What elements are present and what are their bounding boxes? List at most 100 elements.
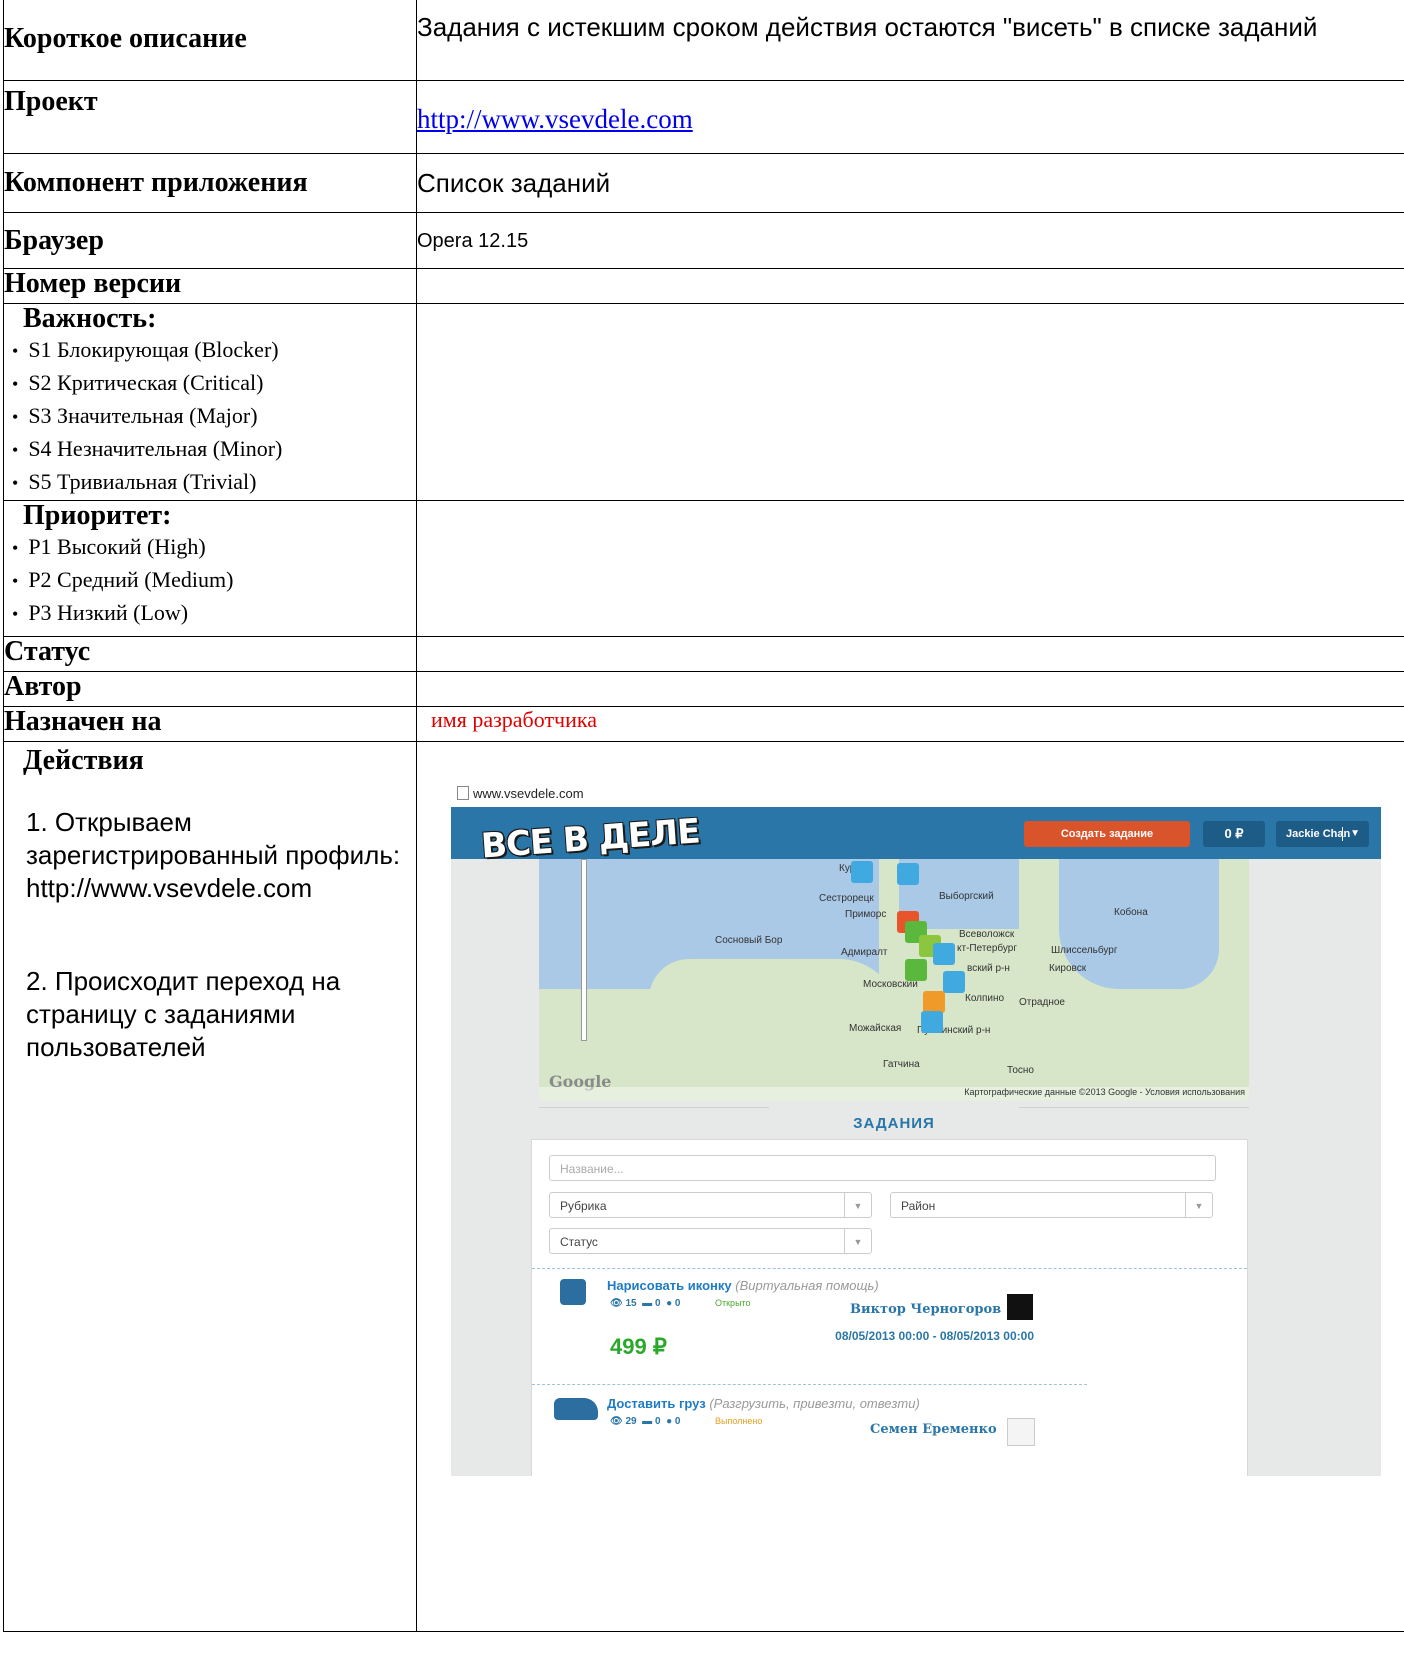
priority-item: P3 Низкий (Low) (12, 597, 416, 630)
map-pin-icon[interactable] (897, 863, 919, 885)
row-component: Компонент приложения Список заданий (3, 153, 1404, 213)
balance-badge[interactable]: 0 ₽ (1203, 821, 1265, 847)
district-select[interactable]: Район ▼ (890, 1192, 1213, 1218)
task-price: 499 ₽ (610, 1334, 667, 1359)
priority-item: P1 Высокий (High) (12, 531, 416, 564)
user-menu-divider (1342, 827, 1343, 841)
row-version: Номер версии (3, 268, 1404, 304)
comments-count: 0 (654, 1298, 661, 1309)
avatar[interactable] (1007, 1418, 1035, 1446)
map[interactable]: Курорт Сестрорецк Приморс Выборгский Все… (539, 859, 1249, 1101)
label-assignee: Назначен на (3, 706, 417, 742)
status-badge: Выполнено (715, 1416, 763, 1426)
status-select[interactable]: Статус ▼ (549, 1228, 872, 1254)
task-owner[interactable]: Семен Еременко (870, 1422, 997, 1437)
page-icon (457, 786, 469, 800)
map-pin-icon[interactable] (921, 1011, 943, 1033)
map-label: Шлиссельбург (1051, 945, 1118, 956)
avatar[interactable] (1007, 1294, 1033, 1320)
row-browser: Браузер Opera 12.15 (3, 212, 1404, 269)
chevron-down-icon: ▼ (844, 1229, 871, 1253)
tasks-panel: Название... Рубрика ▼ Район ▼ Статус ▼ Нари… (531, 1139, 1248, 1476)
task-title-text: Доставить груз (607, 1396, 706, 1411)
row-project: Проект http://www.vsevdele.com (3, 80, 1404, 154)
map-label: Гатчина (883, 1059, 920, 1070)
chevron-down-icon[interactable]: ▼ (1350, 821, 1360, 847)
status-select-value: Статус (560, 1235, 598, 1249)
priority-item: P2 Средний (Medium) (12, 564, 416, 597)
project-link[interactable]: http://www.vsevdele.com (417, 104, 693, 134)
task-subtitle: (Разгрузить, привезти, отвезти) (709, 1396, 920, 1411)
map-pin-icon[interactable] (933, 943, 955, 965)
truck-icon (554, 1398, 598, 1420)
map-label: Кобона (1114, 907, 1148, 918)
user-name: Jackie Chan (1286, 828, 1351, 840)
value-status (416, 636, 1404, 672)
comments-count: 0 (654, 1416, 661, 1427)
map-pin-icon[interactable] (943, 971, 965, 993)
task-owner[interactable]: Виктор Черногоров (850, 1302, 1001, 1317)
user-menu[interactable]: Jackie Chan ▼ (1276, 821, 1369, 847)
label-short-description: Короткое описание (3, 0, 417, 81)
chevron-down-icon: ▼ (844, 1193, 871, 1217)
map-label: Кировск (1049, 963, 1087, 974)
row-priority: Приоритет: P1 Высокий (High) P2 Средний … (3, 500, 1404, 637)
label-component: Компонент приложения (3, 153, 417, 213)
embedded-screenshot: www.vsevdele.com Создать задание 0 ₽ Jac… (451, 781, 1381, 1476)
map-label: Приморс (845, 909, 887, 920)
map-label: Сосновый Бор (715, 935, 783, 946)
task-title[interactable]: Нарисовать иконку (Виртуальная помощь) (607, 1278, 879, 1293)
url-text: www.vsevdele.com (473, 786, 584, 801)
severity-item: S3 Значительная (Major) (12, 400, 416, 433)
label-status: Статус (3, 636, 417, 672)
severity-cell: Важность: S1 Блокирующая (Blocker) S2 Кр… (3, 303, 417, 501)
map-label: Выборгский (939, 891, 994, 902)
map-label: Колпино (965, 993, 1005, 1004)
step-1: 1. Открываем зарегистрированный профиль:… (26, 807, 401, 903)
severity-item: S4 Незначительная (Minor) (12, 433, 416, 466)
map-pin-icon[interactable] (923, 991, 945, 1013)
label-actions: Действия (23, 745, 144, 776)
map-pin-icon[interactable] (851, 861, 873, 883)
priority-cell: Приоритет: P1 Высокий (High) P2 Средний … (3, 500, 417, 637)
row-short-description: Короткое описание Задания с истекшим сро… (3, 0, 1404, 81)
map-label: кт-Петербург (957, 943, 1018, 954)
create-task-button[interactable]: Создать задание (1024, 821, 1190, 847)
address-bar[interactable]: www.vsevdele.com (451, 781, 1381, 808)
label-priority: Приоритет: (23, 500, 172, 531)
map-land (649, 959, 899, 1049)
actions-cell: Действия 1. Открываем зарегистрированный… (3, 741, 417, 1632)
task-stats: 👁 29 ▬ 0 ● 0 (610, 1416, 681, 1427)
search-input[interactable]: Название... (549, 1155, 1216, 1181)
label-author: Автор (3, 671, 417, 707)
divider (532, 1268, 1247, 1269)
district-select-value: Район (901, 1199, 936, 1213)
views-count: 29 (625, 1416, 637, 1427)
users-count: 0 (674, 1298, 681, 1309)
map-label: Сестрорецк (819, 893, 874, 904)
task-category-icon (560, 1279, 586, 1305)
severity-list: S1 Блокирующая (Blocker) S2 Критическая … (4, 334, 416, 499)
section-title: ЗАДАНИЯ (539, 1107, 1249, 1132)
task-title[interactable]: Доставить груз (Разгрузить, привезти, от… (607, 1396, 920, 1411)
value-severity (416, 303, 1404, 501)
severity-item: S1 Блокирующая (Blocker) (12, 334, 416, 367)
task-dates: 08/05/2013 00:00 - 08/05/2013 00:00 (835, 1329, 1034, 1343)
value-version (416, 268, 1404, 304)
value-short-description: Задания с истекшим сроком действия остаю… (416, 0, 1404, 81)
map-label: Всеволожск (959, 929, 1015, 940)
map-pin-icon[interactable] (905, 959, 927, 981)
label-browser: Браузер (3, 212, 417, 269)
map-label: вский р-н (967, 963, 1010, 974)
map-label: Отрадное (1019, 997, 1065, 1008)
label-severity: Важность: (23, 303, 157, 334)
priority-list: P1 Высокий (High) P2 Средний (Medium) P3… (4, 531, 416, 630)
category-select[interactable]: Рубрика ▼ (549, 1192, 872, 1218)
map-label: Можайская (849, 1023, 902, 1034)
map-footer[interactable]: Картографические данные ©2013 Google - У… (539, 1087, 1249, 1101)
zoom-slider[interactable] (581, 859, 587, 1041)
row-severity: Важность: S1 Блокирующая (Blocker) S2 Кр… (3, 303, 1404, 501)
task-stats: 👁 15 ▬ 0 ● 0 (610, 1298, 681, 1309)
severity-item: S2 Критическая (Critical) (12, 367, 416, 400)
task-title-text: Нарисовать иконку (607, 1278, 732, 1293)
